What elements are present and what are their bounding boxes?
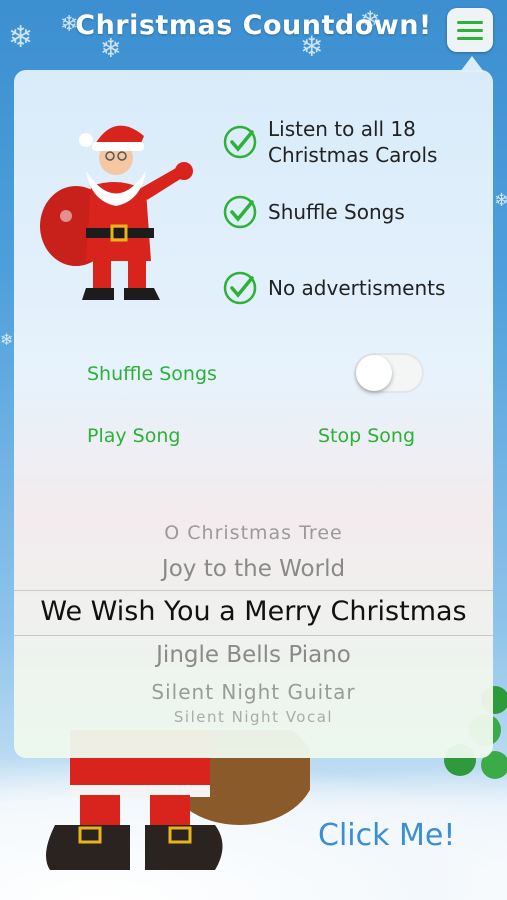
song-picker[interactable]: O Christmas Tree Joy to the World We Wis… xyxy=(14,510,493,740)
click-me-button[interactable]: Click Me! xyxy=(318,818,455,853)
menu-button[interactable] xyxy=(447,8,493,52)
shuffle-songs-label: Shuffle Songs xyxy=(87,363,217,385)
play-song-button[interactable]: Play Song xyxy=(87,425,180,447)
menu-popup: Listen to all 18 Christmas Carols Shuffl… xyxy=(14,70,493,758)
toggle-knob xyxy=(356,355,392,391)
santa-image xyxy=(40,125,193,300)
feature-label: Listen to all 18 xyxy=(268,117,416,141)
app-title: Christmas Countdown! xyxy=(75,10,432,41)
picker-item-selected[interactable]: We Wish You a Merry Christmas xyxy=(14,596,493,627)
checkmark-icon xyxy=(223,125,257,159)
feature-label: Shuffle Songs xyxy=(268,200,405,224)
feature-shuffle: Shuffle Songs xyxy=(222,194,405,230)
hamburger-icon xyxy=(457,20,483,24)
snowflake-icon: ❄ xyxy=(494,190,507,211)
picker-item[interactable]: O Christmas Tree xyxy=(14,522,493,544)
checkmark-icon xyxy=(223,195,257,229)
picker-selection-line xyxy=(14,635,493,636)
picker-item[interactable]: Jingle Bells Piano xyxy=(14,642,493,668)
feature-carols: Listen to all 18 Christmas Carols xyxy=(222,116,437,168)
feature-label: Christmas Carols xyxy=(268,143,438,167)
checkmark-icon xyxy=(223,271,257,305)
picker-item[interactable]: Joy to the World xyxy=(14,556,493,582)
feature-no-ads: No advertisments xyxy=(222,270,445,306)
feature-label: No advertisments xyxy=(268,276,446,300)
snowflake-icon: ❄ xyxy=(0,330,14,349)
picker-item[interactable]: Silent Night Guitar xyxy=(14,680,493,704)
stop-song-button[interactable]: Stop Song xyxy=(318,425,415,447)
shuffle-toggle[interactable] xyxy=(354,353,424,393)
picker-item[interactable]: Silent Night Vocal xyxy=(14,708,493,726)
picker-selection-line xyxy=(14,590,493,591)
